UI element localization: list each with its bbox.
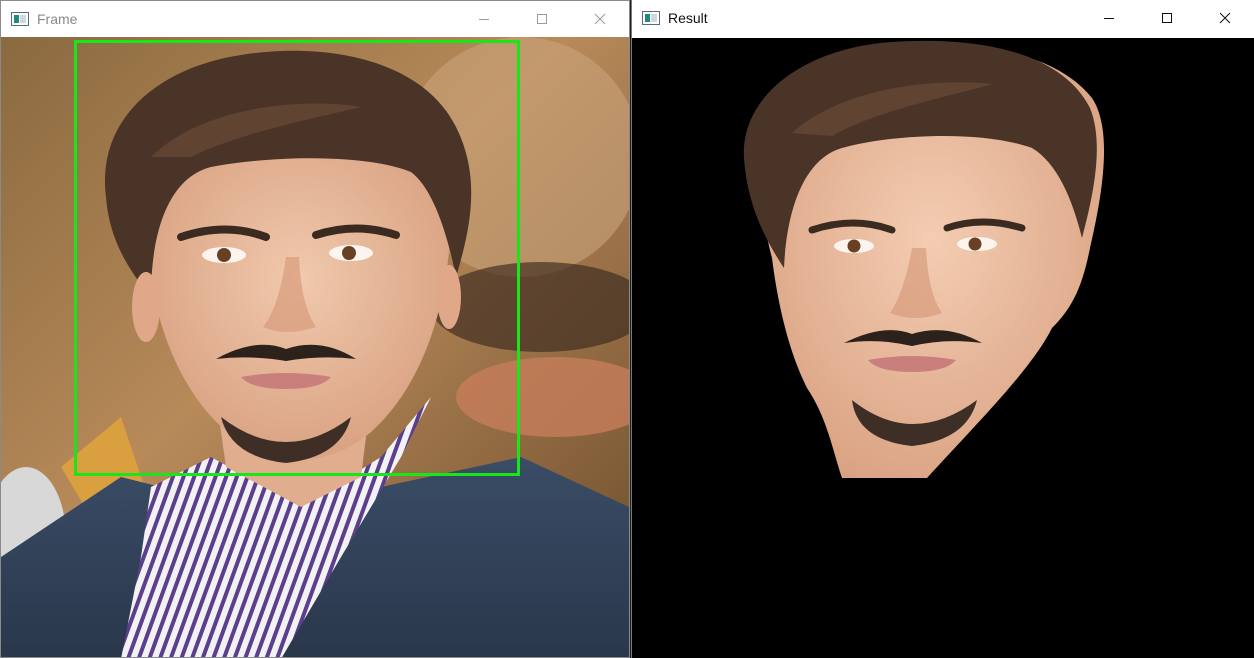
frame-window[interactable]: Frame bbox=[0, 0, 630, 658]
close-icon bbox=[594, 13, 606, 25]
maximize-icon bbox=[537, 14, 547, 24]
window-title: Result bbox=[668, 10, 708, 26]
app-icon bbox=[642, 11, 660, 25]
maximize-icon bbox=[1162, 13, 1172, 23]
result-window[interactable]: Result bbox=[631, 0, 1254, 658]
app-icon bbox=[11, 12, 29, 26]
minimize-icon bbox=[479, 19, 489, 20]
maximize-button[interactable] bbox=[1138, 0, 1196, 36]
face-cutout bbox=[743, 40, 1105, 478]
minimize-button[interactable] bbox=[1080, 0, 1138, 36]
result-image-area bbox=[632, 38, 1254, 658]
minimize-icon bbox=[1104, 18, 1114, 19]
close-icon bbox=[1219, 12, 1231, 24]
close-button[interactable] bbox=[1196, 0, 1254, 36]
window-title: Frame bbox=[37, 11, 78, 27]
frame-image-area bbox=[1, 37, 629, 657]
maximize-button[interactable] bbox=[513, 1, 571, 37]
frame-titlebar[interactable]: Frame bbox=[1, 1, 629, 37]
face-detection-box bbox=[74, 40, 520, 476]
result-titlebar[interactable]: Result bbox=[632, 0, 1254, 36]
minimize-button[interactable] bbox=[455, 1, 513, 37]
close-button[interactable] bbox=[571, 1, 629, 37]
